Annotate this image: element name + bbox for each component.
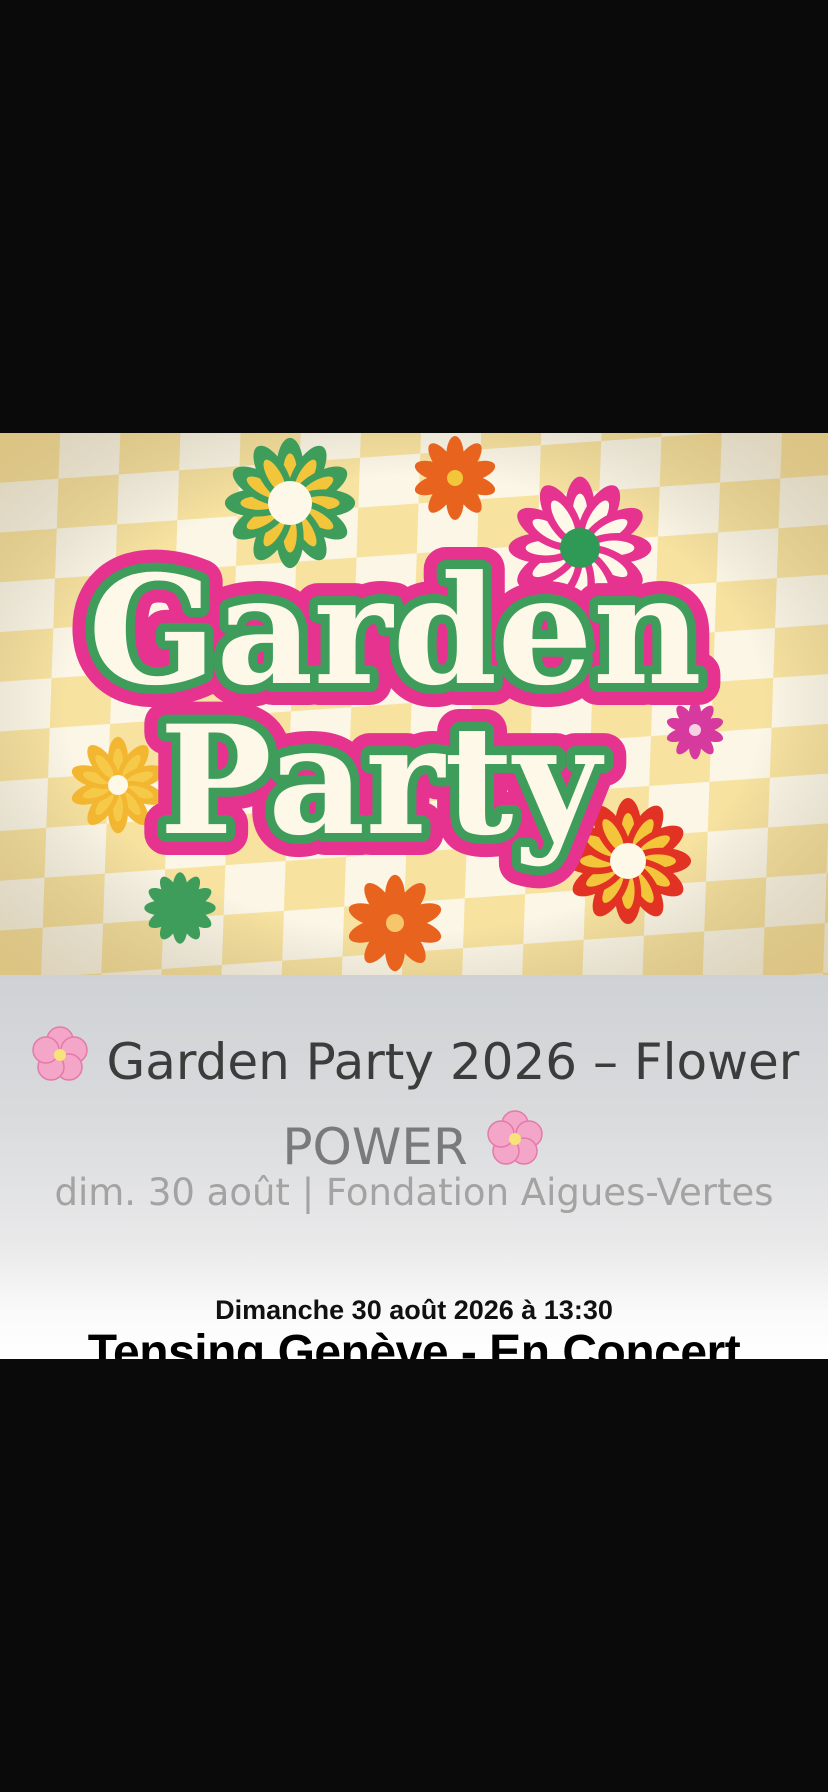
event-title-line2: POWER <box>282 1117 468 1176</box>
event-title: Garden Party 2026 – Flower POWER <box>0 1023 828 1192</box>
caption-date: Dimanche 30 août 2026 à 13:30 <box>215 1295 613 1325</box>
event-poster: Garden Garden Garden Party Party Party G… <box>0 433 828 1359</box>
logo-text-party: Party <box>159 693 604 869</box>
garden-party-artwork: Garden Garden Garden Party Party Party <box>0 433 828 975</box>
cherry-blossom-icon <box>29 1024 91 1108</box>
event-date-venue: dim. 30 août | Fondation Aigues-Vertes <box>54 1171 774 1214</box>
event-info-panel: Garden Party 2026 – Flower POWER dim. 30… <box>0 975 828 1359</box>
event-title-line1: Garden Party 2026 – Flower <box>106 1033 800 1091</box>
caption-headline: Tensing Genève - En Concert <box>87 1326 741 1359</box>
